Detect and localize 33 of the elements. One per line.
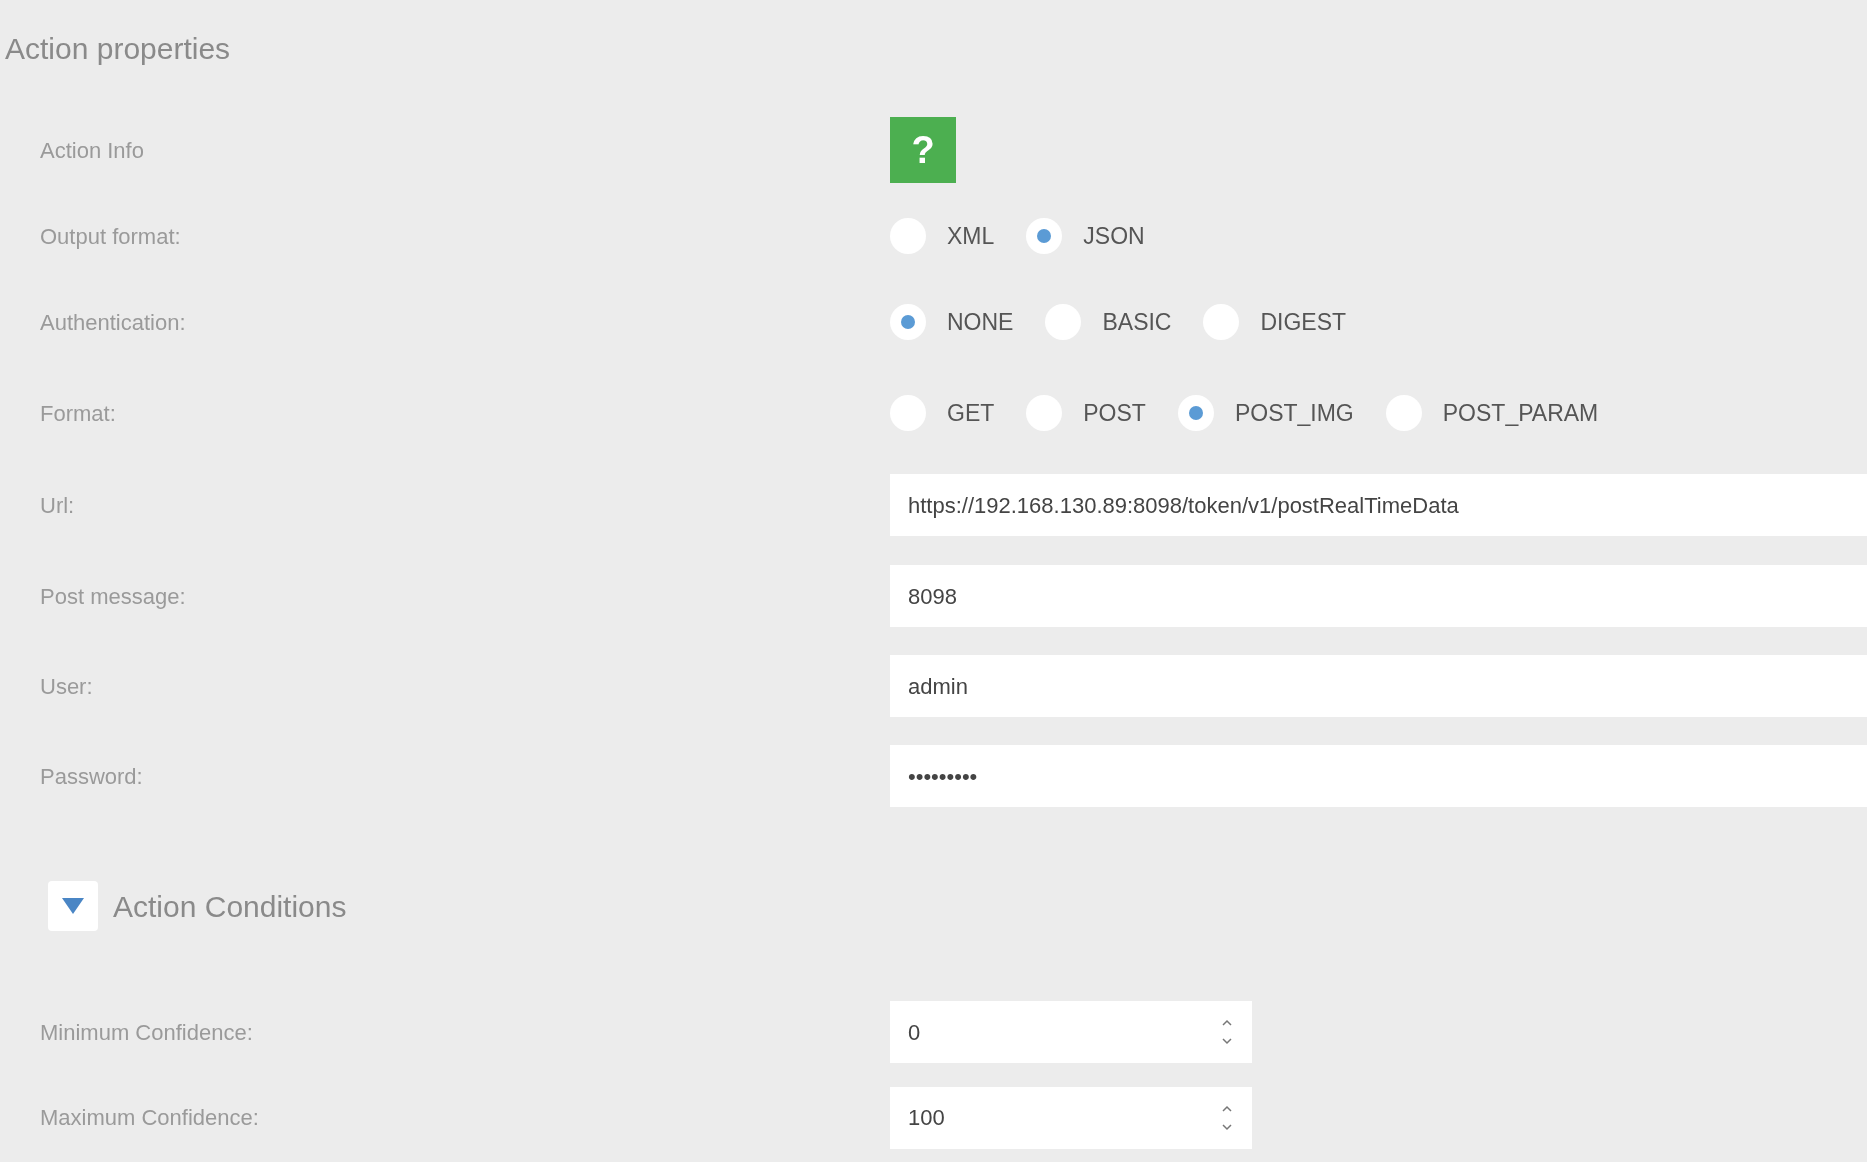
field-label: Password: bbox=[40, 762, 144, 791]
field-label: Action Info bbox=[40, 136, 145, 165]
radio-button[interactable] bbox=[1177, 395, 1214, 431]
section-title: Action properties bbox=[5, 31, 231, 67]
radio-button[interactable] bbox=[1026, 218, 1063, 254]
radio-label: POST bbox=[1083, 398, 1146, 428]
field-label: Post message: bbox=[40, 582, 187, 611]
spinner-arrows-icon bbox=[1222, 1017, 1232, 1047]
field-label: Url: bbox=[40, 491, 76, 520]
radio-label: XML bbox=[947, 221, 995, 251]
radio-label: BASIC bbox=[1102, 307, 1172, 337]
radio-label: DIGEST bbox=[1260, 307, 1347, 337]
input-field[interactable]: admin bbox=[890, 655, 1867, 717]
number-field[interactable]: 0 bbox=[890, 1001, 1252, 1063]
number-field[interactable]: 100 bbox=[890, 1086, 1252, 1149]
field-label: User: bbox=[40, 672, 94, 701]
expand-toggle[interactable] bbox=[48, 881, 98, 931]
field-label: Format: bbox=[40, 399, 117, 428]
field-label: Maximum Confidence: bbox=[40, 1104, 260, 1132]
radio-label: GET bbox=[947, 398, 995, 428]
password-field[interactable]: ••••••••• bbox=[890, 745, 1867, 807]
radio-button[interactable] bbox=[890, 304, 926, 340]
field-label: Output format: bbox=[40, 222, 182, 251]
field-label: Minimum Confidence: bbox=[40, 1018, 254, 1047]
field-label: Authentication: bbox=[40, 308, 187, 337]
input-field[interactable]: 8098 bbox=[890, 565, 1867, 627]
section-title: Action Conditions bbox=[113, 888, 347, 925]
input-field[interactable]: https://192.168.130.89:8098/token/v1/postRealTimeData bbox=[890, 474, 1867, 536]
radio-label: NONE bbox=[947, 307, 1014, 337]
radio-label: POST_IMG bbox=[1234, 398, 1354, 428]
radio-label: JSON bbox=[1083, 221, 1145, 251]
radio-label: POST_PARAM bbox=[1442, 398, 1599, 428]
caret-down-icon bbox=[62, 898, 84, 914]
